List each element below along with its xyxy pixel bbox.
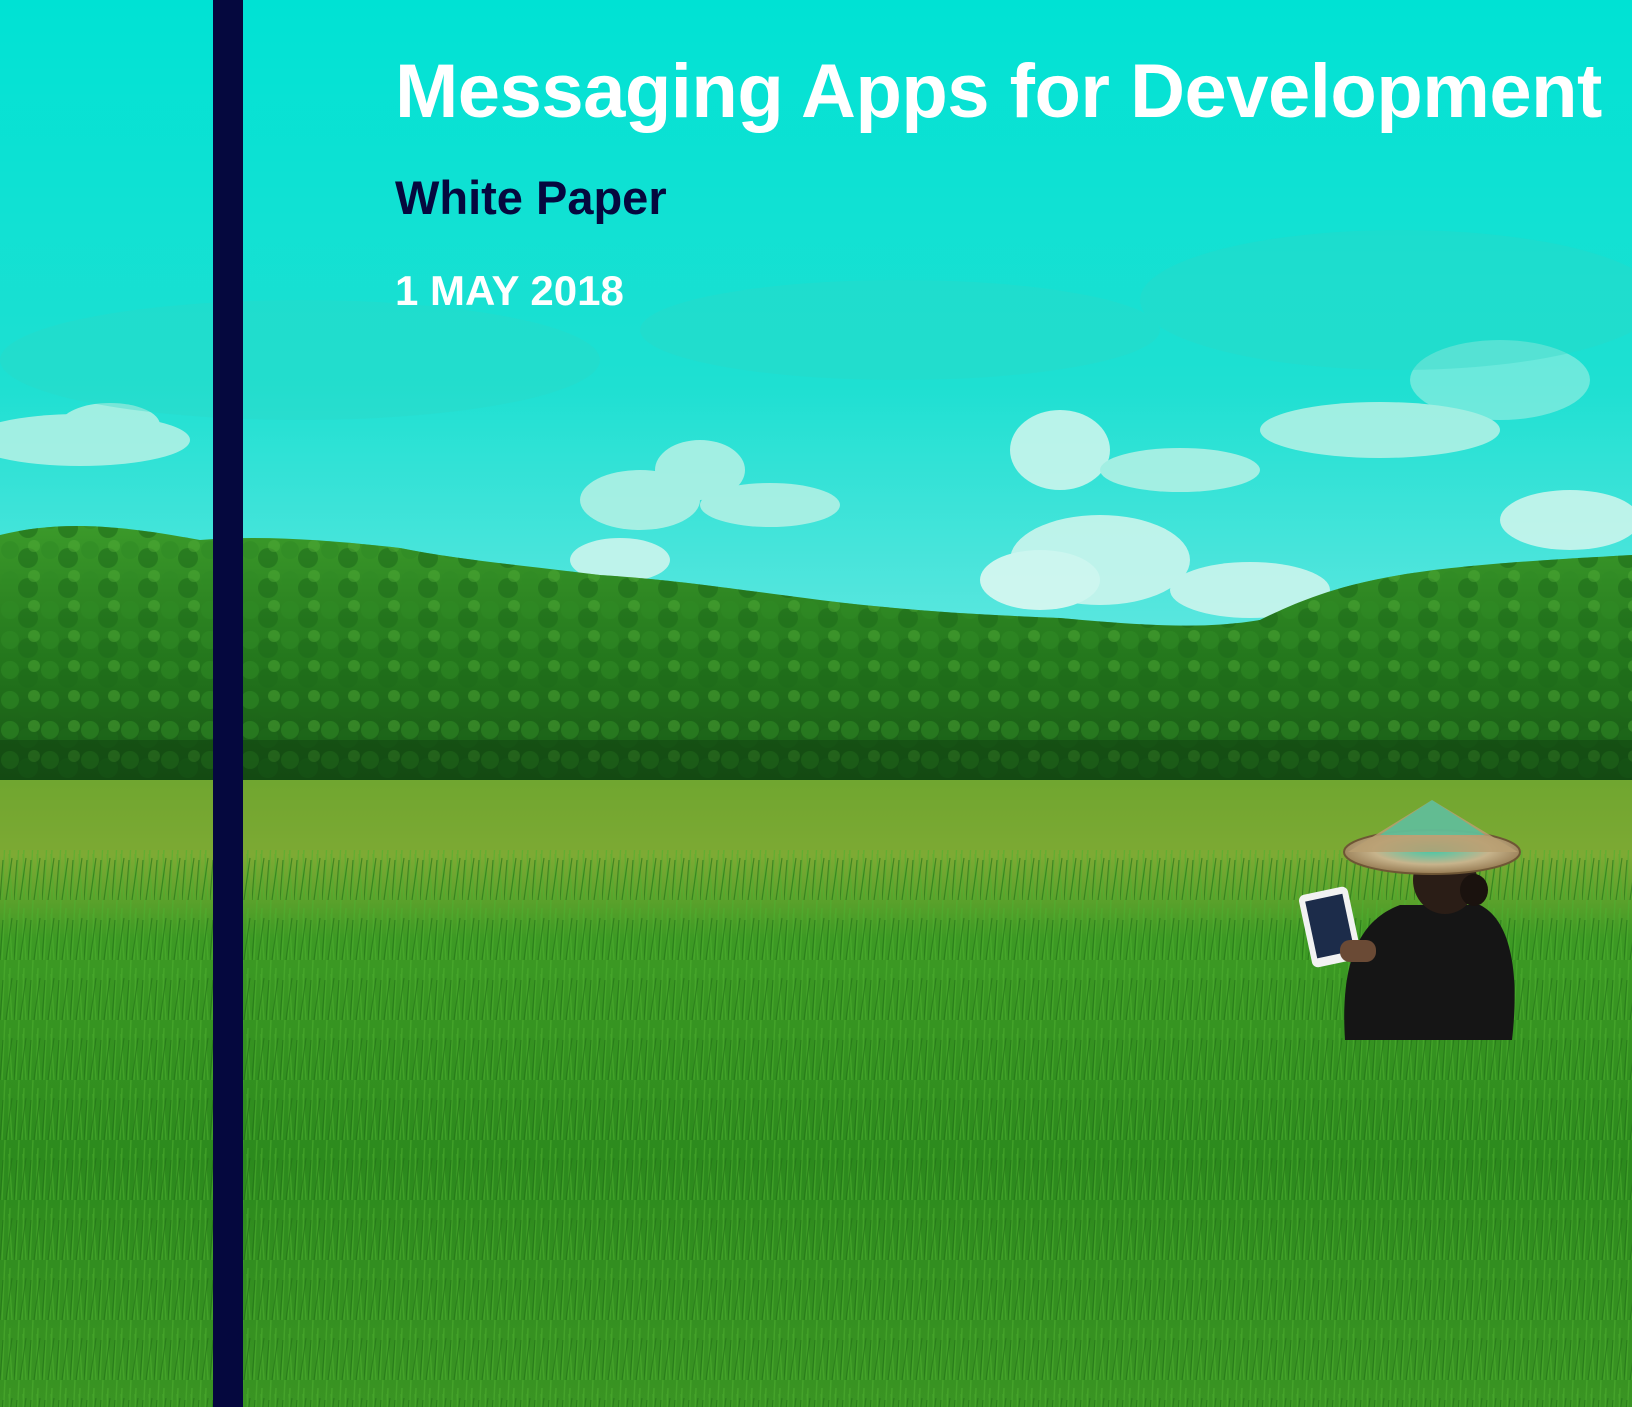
publication-date: 1 MAY 2018 — [395, 267, 624, 314]
report-cover: Messaging Apps for Development White Pap… — [0, 0, 1632, 1410]
cover-subtitle: White Paper — [395, 171, 667, 224]
forest-shadow — [0, 740, 1632, 780]
cover-photo — [0, 0, 1632, 1410]
navy-accent-bar — [213, 0, 243, 1410]
cover-title: Messaging Apps for Development — [395, 49, 1602, 134]
